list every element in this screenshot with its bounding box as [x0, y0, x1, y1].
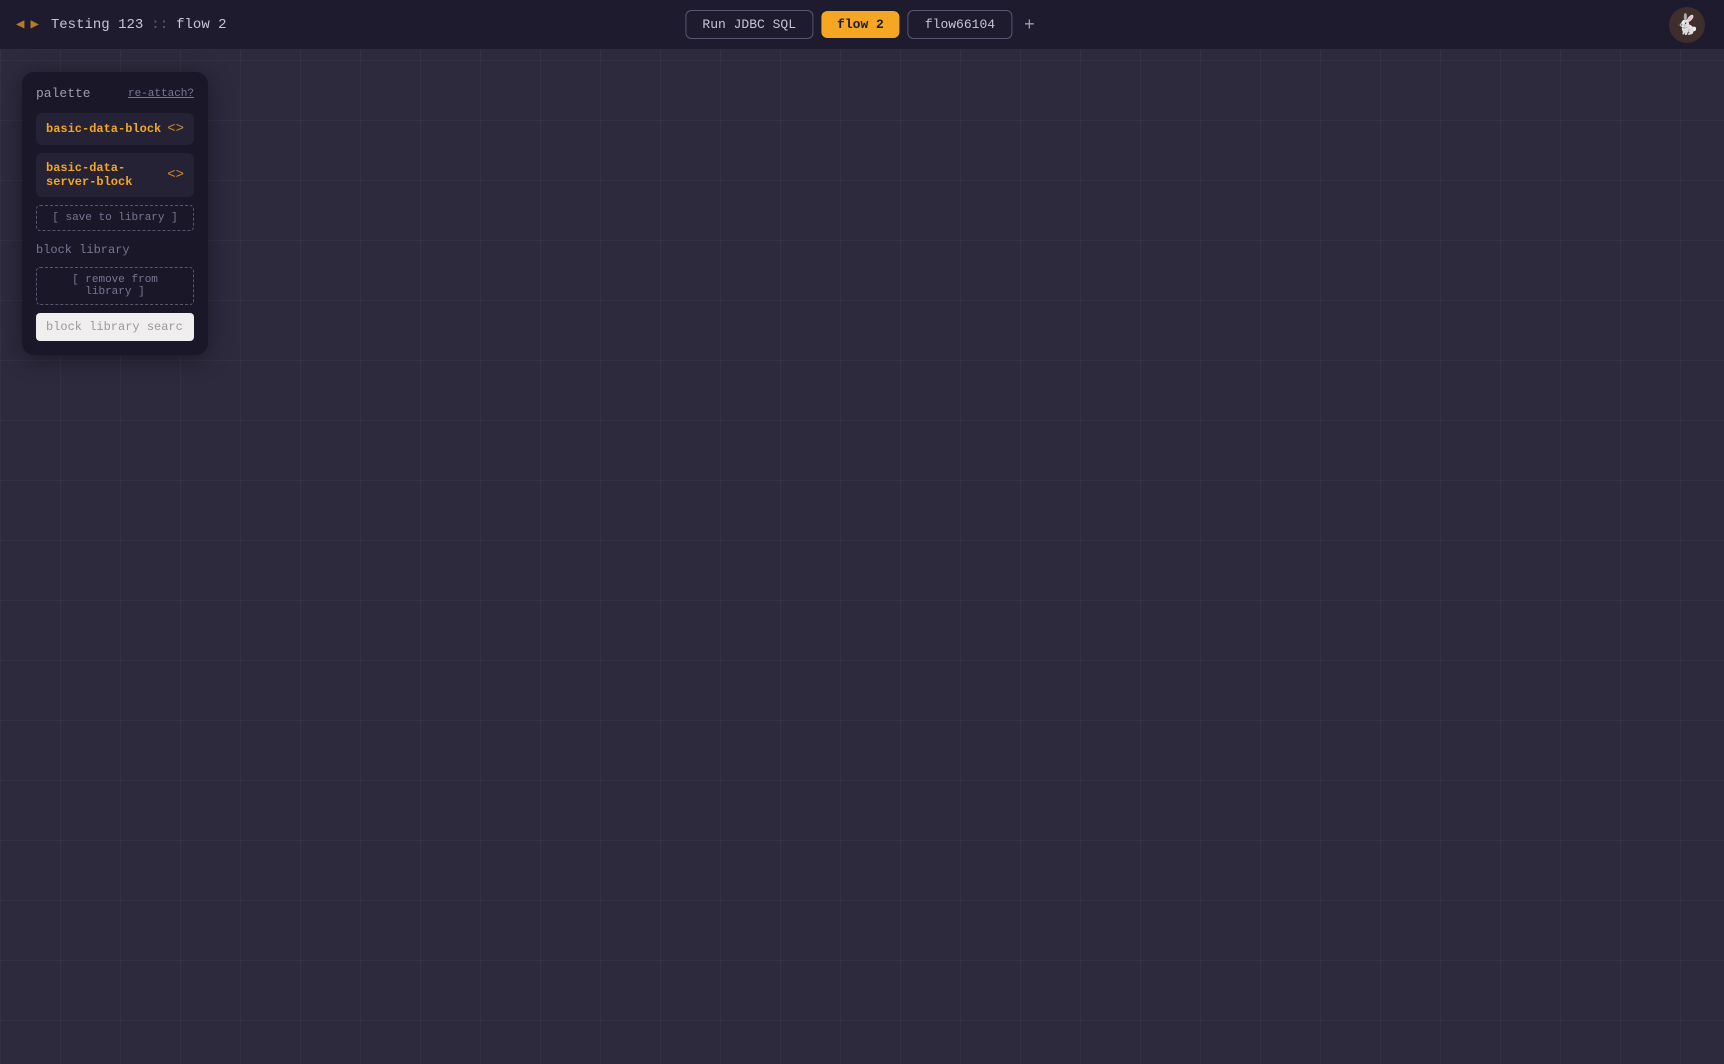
block-icon-basic-data-block: <> — [167, 121, 184, 137]
palette-panel: palette re-attach? basic-data-block <> b… — [22, 72, 208, 355]
logo: 🐇 — [1666, 4, 1708, 46]
block-label-basic-data-server-block: basic-data-server-block — [46, 161, 167, 189]
remove-from-library-button[interactable]: [ remove from library ] — [36, 267, 194, 305]
topbar-center: Run JDBC SQL flow 2 flow66104 + — [685, 10, 1038, 39]
svg-text:🐇: 🐇 — [1675, 12, 1700, 36]
add-tab-button[interactable]: + — [1020, 14, 1039, 35]
topbar: ◀ ▶ Testing 123 :: flow 2 Run JDBC SQL f… — [0, 0, 1724, 50]
tab-flow2[interactable]: flow 2 — [821, 11, 900, 38]
nav-back-icon[interactable]: ◀ — [16, 16, 24, 33]
data-rabbit-logo: 🐇 — [1666, 4, 1708, 46]
breadcrumb-project: Testing 123 — [51, 17, 143, 33]
nav-arrows: ◀ ▶ — [16, 16, 39, 33]
block-library-search-input[interactable] — [36, 313, 194, 341]
block-label-basic-data-block: basic-data-block — [46, 122, 161, 136]
block-library-title: block library — [36, 243, 194, 257]
palette-header: palette re-attach? — [36, 86, 194, 101]
palette-title: palette — [36, 86, 91, 101]
save-to-library-button[interactable]: [ save to library ] — [36, 205, 194, 231]
breadcrumb-flow: flow 2 — [176, 17, 226, 33]
tab-flow66104[interactable]: flow66104 — [908, 10, 1012, 39]
block-item-basic-data-server-block[interactable]: basic-data-server-block <> — [36, 153, 194, 197]
canvas: palette re-attach? basic-data-block <> b… — [0, 50, 1724, 1064]
reattach-link[interactable]: re-attach? — [128, 88, 194, 100]
nav-forward-icon[interactable]: ▶ — [30, 16, 38, 33]
run-jdbc-sql-button[interactable]: Run JDBC SQL — [685, 10, 813, 39]
block-icon-basic-data-server-block: <> — [167, 167, 184, 183]
breadcrumb-separator: :: — [151, 17, 168, 33]
block-item-basic-data-block[interactable]: basic-data-block <> — [36, 113, 194, 145]
